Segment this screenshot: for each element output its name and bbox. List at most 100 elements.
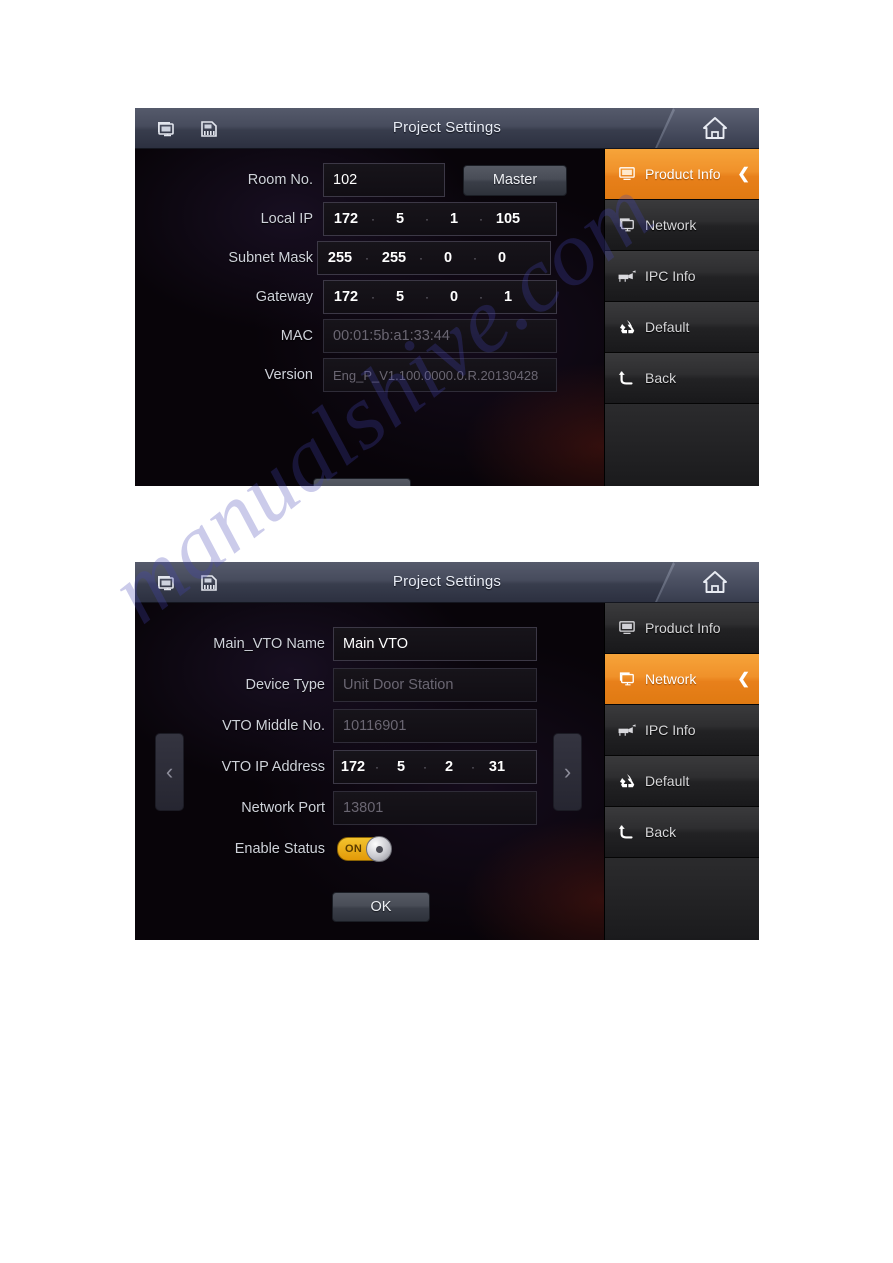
network-monitor-icon [617, 216, 637, 234]
sidebar-item-network[interactable]: Network ❮ [605, 654, 759, 705]
form-row-main-vto-name: Main_VTO Name Main VTO [197, 627, 537, 661]
sidebar-label-default: Default [645, 319, 690, 335]
sidebar-item-default[interactable]: Default [605, 302, 759, 353]
form-row-vto-middle-no: VTO Middle No. 10116901 [197, 709, 537, 743]
value-version-box: Eng_P_V1.100.0000.0.R.20130428 [323, 358, 557, 392]
label-subnet-mask: Subnet Mask [228, 250, 313, 266]
sidebar-item-default[interactable]: Default [605, 756, 759, 807]
title-bar: Project Settings [135, 562, 759, 603]
gateway-octet-4[interactable]: 1 [486, 289, 530, 305]
gateway-octet-1[interactable]: 172 [324, 289, 368, 305]
ip-separator: · [479, 290, 483, 304]
sidebar-item-product-info[interactable]: Product Info [605, 603, 759, 654]
input-gateway[interactable]: 172 · 5 · 0 · 1 [323, 280, 557, 314]
label-enable-status: Enable Status [234, 841, 325, 857]
sidebar-label-ipc-info: IPC Info [645, 268, 696, 284]
sidebar-item-back[interactable]: Back [605, 807, 759, 858]
form-row-enable-status: Enable Status ON [197, 832, 392, 866]
next-page-button[interactable]: › [553, 733, 582, 811]
value-network-port-box: 13801 [333, 791, 537, 825]
value-mac: 00:01:5b:a1:33:44 [333, 327, 450, 344]
prev-page-button[interactable]: ‹ [155, 733, 184, 811]
sidebar-item-ipc-info[interactable]: IPC Info [605, 251, 759, 302]
master-button[interactable]: Master [463, 164, 567, 196]
label-vto-middle-no: VTO Middle No. [222, 718, 325, 734]
form-row-room-no: Room No. 102 Master [213, 163, 567, 197]
input-room-no[interactable]: 102 [323, 163, 445, 197]
home-icon [701, 115, 729, 141]
form-row-mac: MAC 00:01:5b:a1:33:44 [213, 319, 557, 353]
label-local-ip: Local IP [260, 211, 313, 227]
ok-button[interactable]: OK [313, 478, 411, 486]
enable-status-toggle[interactable]: ON [337, 836, 392, 862]
recycle-icon [617, 318, 637, 336]
vto-ip-octet-1[interactable]: 172 [334, 759, 372, 775]
sidebar-item-network[interactable]: Network [605, 200, 759, 251]
sidebar-item-product-info[interactable]: Product Info ❮ [605, 149, 759, 200]
sidebar-filler [605, 404, 759, 484]
form-area: Room No. 102 Master Local IP 172 · 5 · 1… [135, 149, 605, 486]
gateway-octet-3[interactable]: 0 [432, 289, 476, 305]
value-device-type: Unit Door Station [343, 676, 454, 693]
ip-separator: · [471, 760, 475, 774]
sidebar-item-ipc-info[interactable]: IPC Info [605, 705, 759, 756]
title-bar: Project Settings [135, 108, 759, 149]
form-row-subnet-mask: Subnet Mask 255 · 255 · 0 · 0 [205, 241, 551, 275]
ip-octet-3[interactable]: 1 [432, 211, 476, 227]
input-subnet-mask[interactable]: 255 · 255 · 0 · 0 [317, 241, 551, 275]
home-button[interactable] [655, 562, 759, 602]
input-main-vto-name[interactable]: Main VTO [333, 627, 537, 661]
network-monitor-icon [617, 670, 637, 688]
label-version: Version [264, 367, 313, 383]
label-gateway: Gateway [255, 289, 313, 305]
ip-separator: · [419, 251, 423, 265]
sidebar-label-product-info: Product Info [645, 166, 721, 182]
label-vto-ip-address: VTO IP Address [221, 759, 325, 775]
label-room-no: Room No. [247, 172, 313, 188]
ip-separator: · [365, 251, 369, 265]
sidebar-label-back: Back [645, 824, 677, 840]
camera-icon [617, 267, 637, 285]
vto-ip-octet-3[interactable]: 2 [430, 759, 468, 775]
value-main-vto-name: Main VTO [343, 635, 409, 652]
ip-octet-2[interactable]: 5 [378, 211, 422, 227]
mask-octet-2[interactable]: 255 [372, 250, 416, 266]
monitor-icon [617, 619, 637, 637]
value-version: Eng_P_V1.100.0000.0.R.20130428 [333, 367, 539, 383]
ip-separator: · [425, 290, 429, 304]
value-vto-middle-no: 10116901 [343, 717, 407, 734]
ip-separator: · [371, 212, 375, 226]
gateway-octet-2[interactable]: 5 [378, 289, 422, 305]
form-row-network-port: Network Port 13801 [197, 791, 537, 825]
vto-ip-octet-4[interactable]: 31 [478, 759, 516, 775]
ip-separator: · [479, 212, 483, 226]
input-vto-ip-address[interactable]: 172 · 5 · 2 · 31 [333, 750, 537, 784]
value-room-no: 102 [333, 171, 358, 188]
camera-icon [617, 721, 637, 739]
sidebar-menu: Product Info Network ❮ IPC Info Default … [604, 603, 759, 940]
ok-button[interactable]: OK [332, 892, 430, 922]
home-button[interactable] [655, 108, 759, 148]
ip-octet-1[interactable]: 172 [324, 211, 368, 227]
ip-octet-4[interactable]: 105 [486, 211, 530, 227]
sidebar-label-network: Network [645, 217, 697, 233]
mask-octet-1[interactable]: 255 [318, 250, 362, 266]
value-device-type-box: Unit Door Station [333, 668, 537, 702]
mask-octet-3[interactable]: 0 [426, 250, 470, 266]
recycle-icon [617, 772, 637, 790]
form-row-version: Version Eng_P_V1.100.0000.0.R.20130428 [213, 358, 557, 392]
ip-separator: · [425, 212, 429, 226]
value-mac-box: 00:01:5b:a1:33:44 [323, 319, 557, 353]
vto-ip-octet-2[interactable]: 5 [382, 759, 420, 775]
sidebar-item-back[interactable]: Back [605, 353, 759, 404]
value-vto-middle-no-box: 10116901 [333, 709, 537, 743]
sidebar-label-default: Default [645, 773, 690, 789]
label-device-type: Device Type [245, 677, 325, 693]
form-row-gateway: Gateway 172 · 5 · 0 · 1 [213, 280, 557, 314]
sidebar-label-ipc-info: IPC Info [645, 722, 696, 738]
mask-octet-4[interactable]: 0 [480, 250, 524, 266]
toggle-knob[interactable] [366, 836, 392, 862]
input-local-ip[interactable]: 172 · 5 · 1 · 105 [323, 202, 557, 236]
form-row-vto-ip-address: VTO IP Address 172 · 5 · 2 · 31 [197, 750, 537, 784]
ip-separator: · [371, 290, 375, 304]
